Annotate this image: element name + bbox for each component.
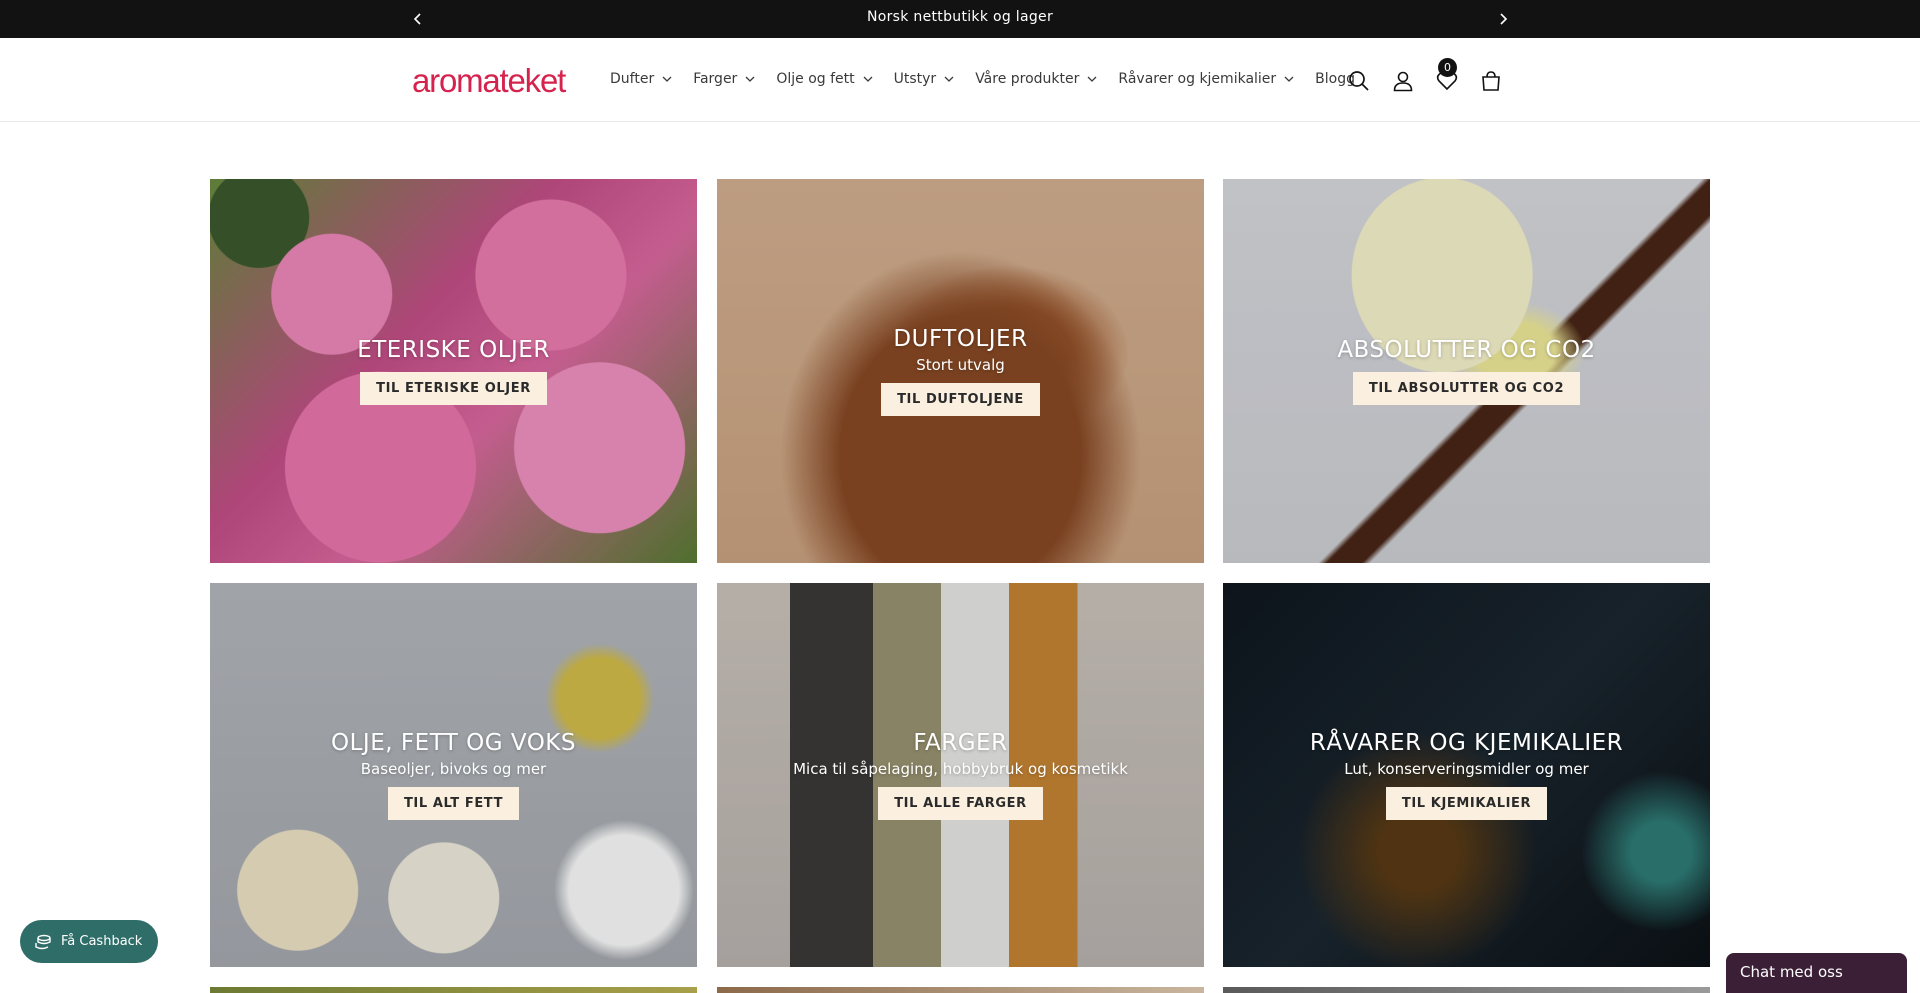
nav-item-label: Dufter (610, 71, 655, 87)
collection-subtitle: Stort utvalg (916, 356, 1005, 374)
collection-button[interactable]: TIL ALT FETT (387, 787, 520, 820)
collection-button[interactable]: TIL ETERISKE OLJER (360, 372, 547, 405)
nav-item-ravarer[interactable]: Råvarer og kjemikalier (1108, 71, 1305, 87)
collection-button[interactable]: TIL DUFTOLJENE (881, 383, 1040, 416)
nav-item-farger[interactable]: Farger (683, 71, 766, 87)
collection-button[interactable]: TIL ALLE FARGER (878, 787, 1043, 820)
nav-item-label: Råvarer og kjemikalier (1118, 71, 1277, 87)
announcement-bar: Norsk nettbutikk og lager (0, 0, 1920, 38)
wishlist-count-badge: 0 (1438, 58, 1457, 77)
coins-icon (35, 934, 51, 949)
collection-card-farger[interactable]: FARGER Mica til såpelaging, hobbybruk og… (717, 583, 1204, 967)
wishlist-heart-icon[interactable]: 0 (1434, 58, 1459, 93)
collection-title: ETERISKE OLJER (357, 337, 550, 363)
collection-title: RÅVARER OG KJEMIKALIER (1309, 730, 1624, 756)
collection-card-partial[interactable] (210, 987, 697, 993)
collection-card-olje-fett-voks[interactable]: OLJE, FETT OG VOKS Baseoljer, bivoks og … (210, 583, 697, 967)
chat-button[interactable]: Chat med oss (1726, 953, 1907, 993)
chevron-down-icon (1284, 76, 1294, 82)
cashback-button[interactable]: Få Cashback (20, 920, 159, 963)
collection-card-partial[interactable] (1223, 987, 1710, 993)
collection-button[interactable]: TIL KJEMIKALIER (1385, 787, 1548, 820)
collection-title: OLJE, FETT OG VOKS (331, 730, 576, 756)
chevron-down-icon (1087, 76, 1097, 82)
account-icon[interactable] (1390, 68, 1415, 93)
collection-subtitle: Lut, konserveringsmidler og mer (1344, 760, 1589, 778)
header-icons: 0 (1346, 58, 1503, 93)
chevron-down-icon (662, 76, 672, 82)
collection-card-duftoljer[interactable]: DUFTOLJER Stort utvalg TIL DUFTOLJENE (717, 179, 1204, 563)
nav-item-olje-og-fett[interactable]: Olje og fett (766, 71, 883, 87)
nav-item-utstyr[interactable]: Utstyr (884, 71, 966, 87)
chat-label: Chat med oss (1740, 963, 1843, 981)
nav-item-vare-produkter[interactable]: Våre produkter (965, 71, 1108, 87)
collection-card-partial[interactable] (717, 987, 1204, 993)
collection-title: FARGER (913, 730, 1008, 756)
nav-item-dufter[interactable]: Dufter (600, 71, 683, 87)
collection-card-eteriske-oljer[interactable]: ETERISKE OLJER TIL ETERISKE OLJER (210, 179, 697, 563)
main-nav: Dufter Farger Olje og fett Utstyr Våre p… (600, 71, 1365, 87)
site-logo[interactable]: aromateket (412, 62, 566, 100)
announcement-text: Norsk nettbutikk og lager (866, 9, 1054, 25)
site-header: aromateket Dufter Farger Olje og fett Ut… (0, 38, 1920, 122)
cashback-label: Få Cashback (61, 934, 143, 949)
collection-button[interactable]: TIL ABSOLUTTER OG CO2 (1352, 372, 1581, 405)
nav-item-label: Våre produkter (975, 71, 1080, 87)
collection-title: DUFTOLJER (893, 326, 1028, 352)
chevron-down-icon (863, 76, 873, 82)
chevron-right-icon[interactable] (1493, 9, 1513, 29)
nav-item-label: Farger (693, 71, 738, 87)
search-icon[interactable] (1346, 68, 1371, 93)
collection-subtitle: Baseoljer, bivoks og mer (360, 760, 547, 778)
collection-title: ABSOLUTTER OG CO2 (1337, 337, 1596, 363)
collection-card-absolutter[interactable]: ABSOLUTTER OG CO2 TIL ABSOLUTTER OG CO2 (1223, 179, 1710, 563)
chevron-down-icon (944, 76, 954, 82)
cart-icon[interactable] (1478, 68, 1503, 93)
chevron-down-icon (745, 76, 755, 82)
collection-card-ravarer-kjemikalier[interactable]: RÅVARER OG KJEMIKALIER Lut, konservering… (1223, 583, 1710, 967)
nav-item-label: Utstyr (893, 71, 937, 87)
nav-item-label: Olje og fett (776, 71, 855, 87)
collection-subtitle: Mica til såpelaging, hobbybruk og kosmet… (793, 760, 1128, 778)
